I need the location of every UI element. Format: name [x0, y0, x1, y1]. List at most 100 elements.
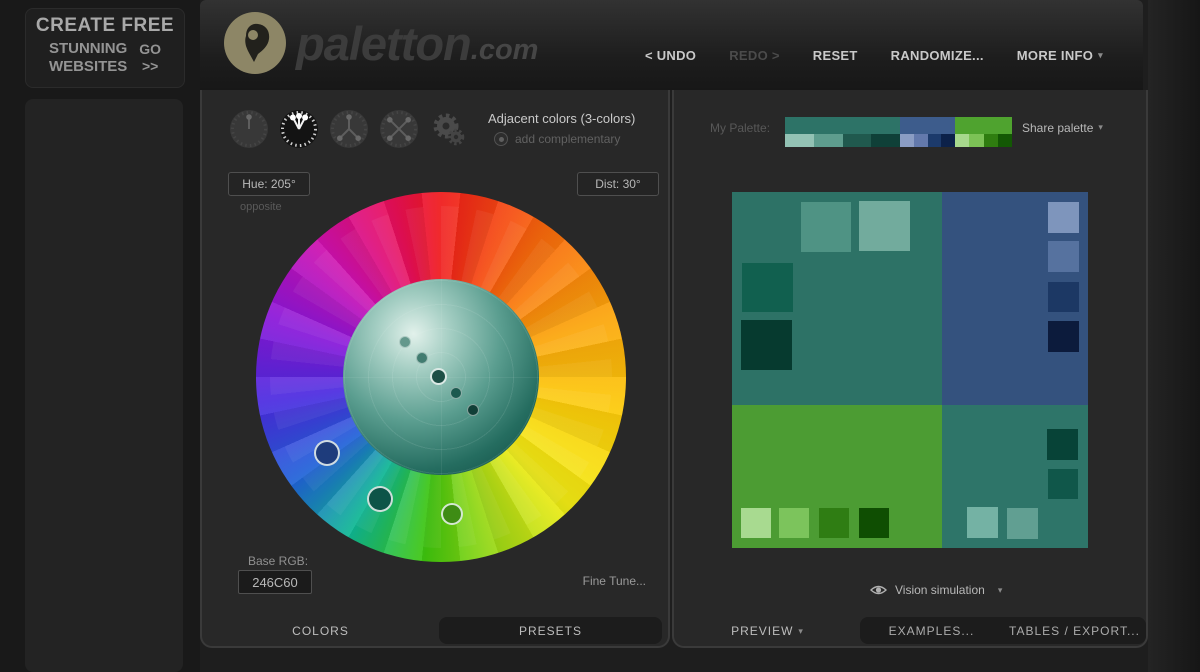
reset-button[interactable]: RESET — [813, 48, 858, 63]
preview-swatch[interactable] — [1048, 321, 1079, 352]
hue-marker-base-teal[interactable] — [367, 486, 393, 512]
color-wheel[interactable] — [256, 192, 626, 562]
palette-swatch[interactable] — [900, 134, 914, 147]
randomize-button[interactable]: RANDOMIZE... — [891, 48, 984, 63]
palette-swatch[interactable] — [984, 134, 998, 147]
chevron-down-icon: ▾ — [798, 626, 803, 637]
palette-swatch[interactable] — [928, 134, 942, 147]
preview-swatch[interactable] — [1048, 202, 1079, 233]
shade-marker-lighter-1[interactable] — [416, 352, 428, 364]
preview-swatch[interactable] — [967, 507, 998, 538]
preview-swatch[interactable] — [779, 508, 809, 538]
adjacent-scheme-icon — [279, 109, 319, 149]
scheme-freestyle-button[interactable] — [428, 109, 468, 149]
shade-marker-lighter-2[interactable] — [399, 336, 411, 348]
header-nav: < UNDO REDO > RESET RANDOMIZE... MORE IN… — [645, 48, 1103, 63]
palette-swatch[interactable] — [941, 134, 955, 147]
shade-marker-darker-1[interactable] — [450, 387, 462, 399]
hue-marker-secondary-blue[interactable] — [314, 440, 340, 466]
logo-wordmark: paletton — [296, 16, 471, 71]
preview-swatch[interactable] — [801, 202, 851, 252]
base-rgb-input[interactable] — [238, 570, 312, 594]
my-palette-label: My Palette: — [710, 121, 770, 135]
scheme-title: Adjacent colors (3-colors) — [488, 111, 635, 126]
hue-marker-secondary-green[interactable] — [441, 503, 463, 525]
preview-swatch[interactable] — [1007, 508, 1038, 539]
palette-swatch[interactable] — [955, 117, 1012, 134]
undo-button[interactable]: < UNDO — [645, 48, 696, 63]
tab-preview[interactable]: PREVIEW ▾ — [674, 618, 860, 644]
ad-line-2: WEBSITES — [49, 58, 127, 76]
ad-cta-go: GO — [139, 41, 161, 58]
palette-preview-mosaic[interactable] — [732, 192, 1088, 548]
freestyle-scheme-icon — [428, 109, 468, 149]
right-inactive-tabs: EXAMPLES... TABLES / EXPORT... — [860, 617, 1146, 644]
eye-icon — [870, 584, 887, 596]
palette-group-secondary-green[interactable] — [955, 117, 1012, 147]
preview-swatch[interactable] — [1048, 241, 1079, 272]
add-complementary-label: add complementary — [515, 132, 620, 146]
tab-colors[interactable]: COLORS — [202, 618, 439, 644]
preview-swatch[interactable] — [741, 508, 771, 538]
preview-swatch[interactable] — [1047, 429, 1078, 460]
ad-banner[interactable]: CREATE FREE STUNNING WEBSITES GO >> — [25, 8, 185, 88]
palette-swatch[interactable] — [955, 134, 969, 147]
ad-cta[interactable]: GO >> — [139, 41, 161, 75]
palette-swatch[interactable] — [998, 134, 1012, 147]
palette-swatch[interactable] — [785, 117, 900, 134]
tab-examples[interactable]: EXAMPLES... — [860, 624, 1003, 638]
scheme-triad-button[interactable] — [329, 109, 369, 149]
ad-cta-arrows: >> — [139, 58, 161, 75]
header: paletton .com < UNDO REDO > RESET RANDOM… — [200, 0, 1143, 90]
add-complementary-toggle[interactable]: add complementary — [494, 132, 620, 146]
logo-tld: .com — [471, 34, 539, 67]
palette-group-primary-teal[interactable] — [785, 117, 900, 147]
chevron-down-icon: ▾ — [1098, 122, 1103, 132]
preview-swatch[interactable] — [859, 508, 889, 538]
chevron-down-icon: ▾ — [998, 585, 1003, 596]
shade-marker-base[interactable] — [430, 368, 447, 385]
vision-simulation-menu[interactable]: Vision simulation ▾ — [870, 583, 1002, 597]
palette-swatch[interactable] — [814, 134, 843, 147]
scheme-tetrad-button[interactable] — [379, 109, 419, 149]
base-rgb-label: Base RGB: — [248, 554, 308, 568]
preview-swatch[interactable] — [859, 201, 910, 251]
paletton-logo[interactable]: paletton .com — [224, 12, 538, 74]
preview-swatch[interactable] — [741, 320, 792, 370]
radio-icon[interactable] — [494, 132, 508, 146]
share-palette-link[interactable]: Share palette▾ — [1022, 121, 1103, 135]
palette-swatch[interactable] — [914, 134, 928, 147]
palette-group-secondary-blue[interactable] — [900, 117, 955, 147]
tetrad-scheme-icon — [379, 109, 419, 149]
monochromatic-scheme-icon — [229, 109, 269, 149]
scheme-monochromatic-button[interactable] — [229, 109, 269, 149]
fine-tune-link[interactable]: Fine Tune... — [583, 574, 646, 588]
palette-swatch[interactable] — [871, 134, 900, 147]
preview-swatch[interactable] — [819, 508, 849, 538]
redo-button[interactable]: REDO > — [729, 48, 780, 63]
more-info-menu[interactable]: MORE INFO▾ — [1017, 48, 1103, 63]
tab-tables-export[interactable]: TABLES / EXPORT... — [1003, 624, 1146, 638]
chevron-down-icon: ▾ — [1098, 50, 1103, 60]
palette-preview-panel: My Palette: — [672, 90, 1148, 648]
preview-swatch[interactable] — [1048, 282, 1079, 312]
palette-swatch[interactable] — [843, 134, 872, 147]
my-palette-strip[interactable] — [785, 117, 1012, 147]
left-sidebar-panel — [25, 99, 183, 672]
palette-swatch[interactable] — [969, 134, 983, 147]
tab-presets[interactable]: PRESETS — [439, 617, 662, 644]
preview-swatch[interactable] — [742, 263, 793, 312]
scheme-adjacent-button[interactable] — [279, 109, 319, 149]
ad-headline: CREATE FREE — [26, 15, 184, 37]
right-background — [1148, 0, 1200, 672]
ad-text: STUNNING WEBSITES — [49, 40, 127, 76]
shade-marker-darker-2[interactable] — [467, 404, 479, 416]
paletton-app: CREATE FREE STUNNING WEBSITES GO >> pale… — [0, 0, 1200, 672]
palette-swatch[interactable] — [785, 134, 814, 147]
preview-swatch[interactable] — [1048, 469, 1078, 499]
triad-scheme-icon — [329, 109, 369, 149]
paletton-logo-icon — [224, 12, 286, 74]
palette-swatch[interactable] — [900, 117, 955, 134]
scheme-editor-panel: Adjacent colors (3-colors) add complemen… — [200, 90, 670, 648]
ad-line-1: STUNNING — [49, 40, 127, 58]
